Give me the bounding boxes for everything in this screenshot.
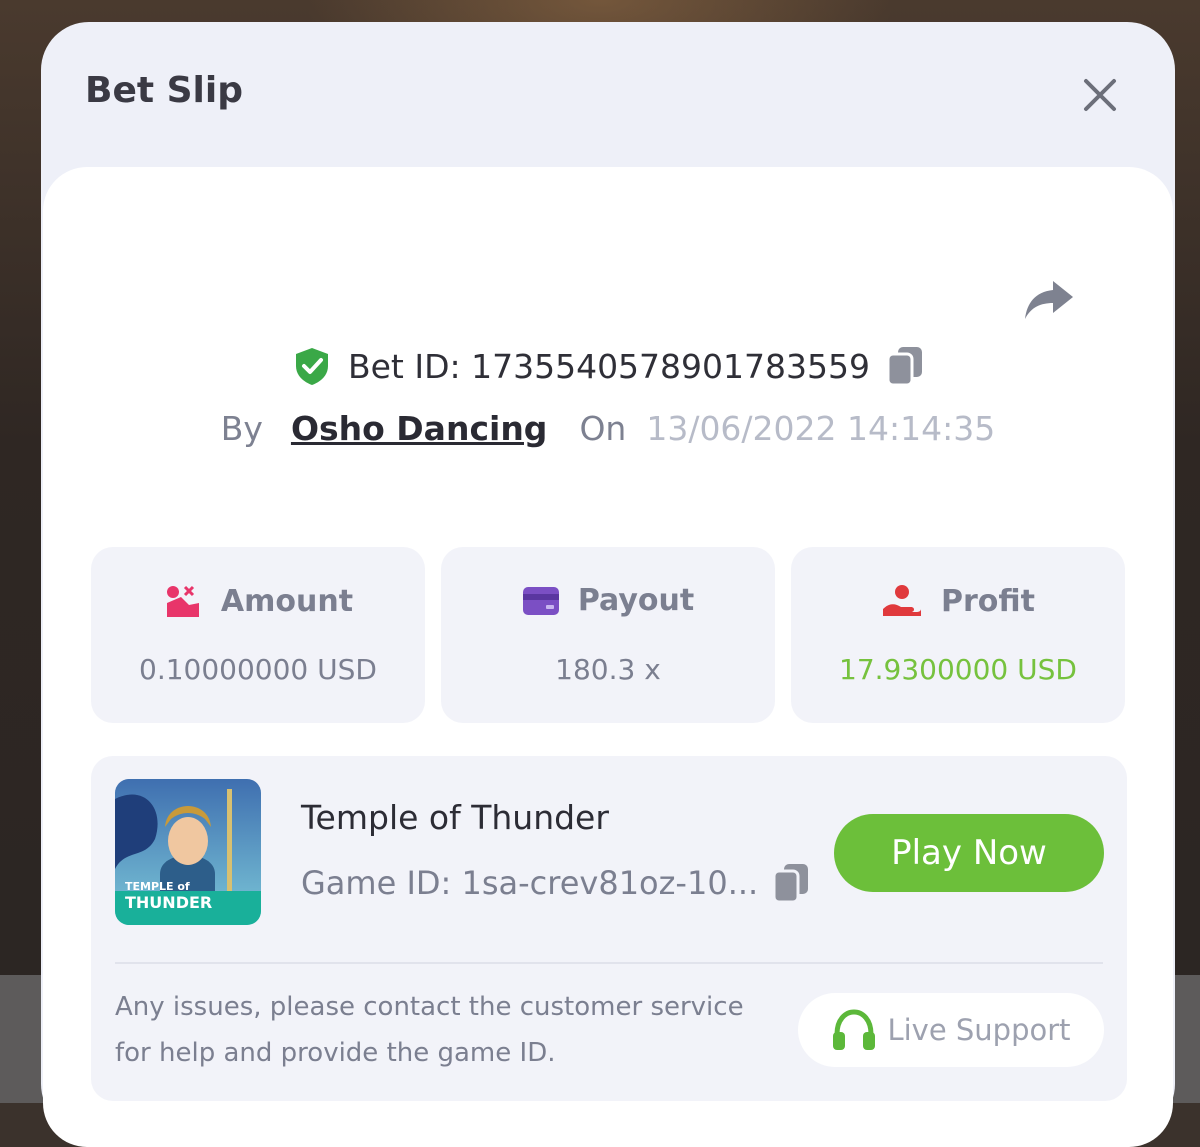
stat-card-amount: Amount 0.10000000 USD (91, 547, 425, 723)
live-support-button[interactable]: Live Support (798, 993, 1104, 1067)
bet-slip-content: Bet ID: 1735540578901783559 By Osho Danc… (43, 167, 1173, 1147)
stat-card-payout: Payout 180.3 x (441, 547, 775, 723)
profit-hand-icon (883, 585, 921, 616)
bet-id-text: Bet ID: 1735540578901783559 (347, 346, 871, 386)
live-support-label: Live Support (887, 1013, 1071, 1047)
stat-label-payout: Payout (577, 583, 695, 618)
copy-icon (886, 347, 923, 387)
play-now-button[interactable]: Play Now (834, 814, 1104, 892)
card-icon (522, 586, 559, 615)
thumb-title-line1: TEMPLE of (125, 880, 190, 893)
thumb-title-line2: THUNDER (125, 893, 212, 912)
by-label: By (220, 409, 263, 448)
stat-label-profit: Profit (941, 583, 1035, 619)
divider (115, 962, 1103, 964)
modal-title: Bet Slip (85, 70, 243, 111)
bet-meta-row: By Osho Dancing On 13/06/2022 14:14:35 (43, 409, 1173, 448)
game-title[interactable]: Temple of Thunder (301, 798, 609, 837)
support-help-text: Any issues, please contact the customer … (115, 992, 744, 1068)
game-card: TEMPLE of THUNDER Temple of Thunder Game… (91, 756, 1127, 1101)
copy-icon (772, 864, 809, 904)
bet-slip-modal: Bet Slip Bet ID: 1735540578901783559 By … (41, 22, 1175, 1147)
share-button[interactable] (1021, 275, 1077, 323)
username-link[interactable]: Osho Dancing (291, 409, 548, 448)
amount-icon (166, 585, 199, 617)
copy-bet-id-button[interactable] (886, 345, 924, 387)
stat-value-amount: 0.10000000 USD (139, 653, 377, 686)
stat-value-profit: 17.9300000 USD (839, 653, 1077, 686)
share-icon (1025, 281, 1073, 319)
game-thumbnail[interactable]: TEMPLE of THUNDER (115, 779, 261, 925)
stat-value-payout: 180.3 x (555, 653, 661, 686)
copy-game-id-button[interactable] (772, 862, 810, 904)
bet-id-row: Bet ID: 1735540578901783559 (43, 345, 1173, 387)
verified-shield-icon (295, 348, 328, 385)
on-label: On (579, 409, 627, 448)
stat-card-profit: Profit 17.9300000 USD (791, 547, 1125, 723)
game-id-row: Game ID: 1sa-crev81oz-10... (301, 862, 810, 904)
game-id-text: Game ID: 1sa-crev81oz-10... (301, 864, 759, 902)
close-icon (1084, 79, 1116, 111)
stat-label-amount: Amount (220, 583, 354, 619)
close-button[interactable] (1077, 72, 1123, 118)
headset-icon (833, 1009, 876, 1050)
game-art-image: TEMPLE of THUNDER (115, 779, 261, 925)
bet-date: 13/06/2022 14:14:35 (646, 409, 996, 448)
